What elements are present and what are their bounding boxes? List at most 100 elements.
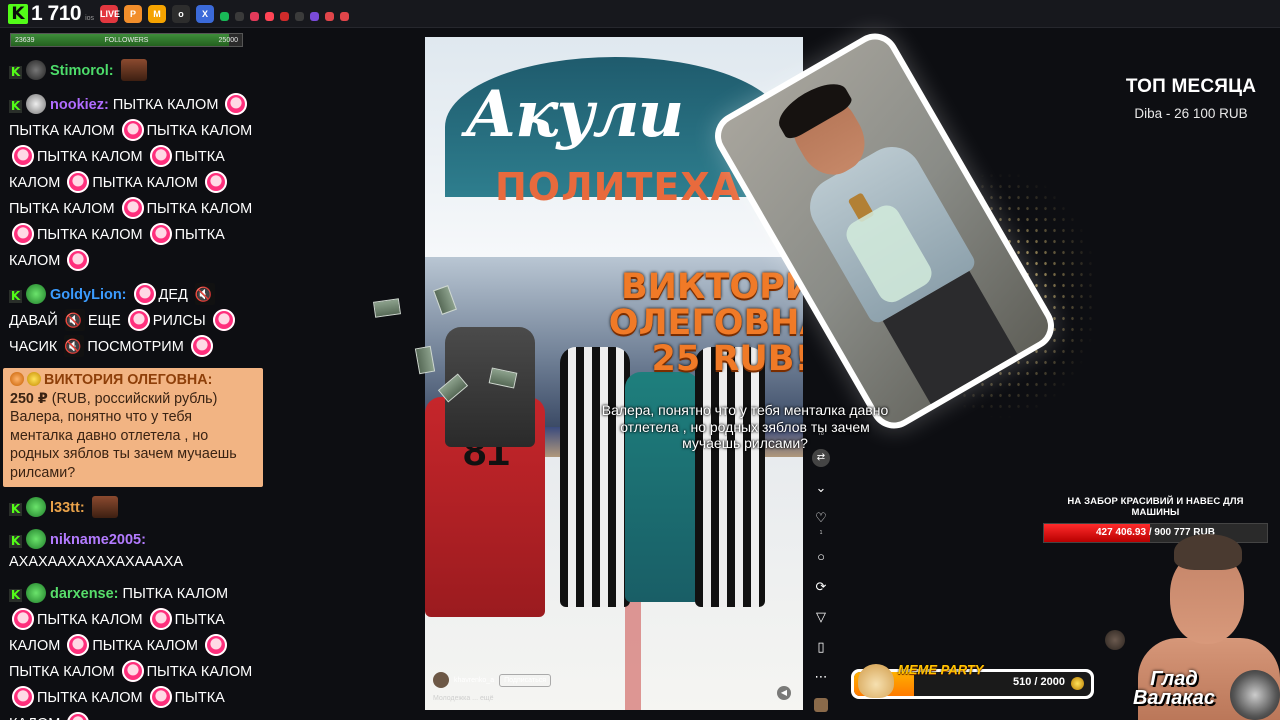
- share-circle-icon[interactable]: ⇄: [812, 449, 830, 467]
- pink-emote-icon: [149, 223, 172, 245]
- chat-text: ПЫТКА: [37, 227, 88, 243]
- bookmark-icon[interactable]: ▯: [812, 638, 830, 656]
- pink-emote-icon: [121, 119, 144, 141]
- streamer-name: Глад Валакас: [1132, 668, 1215, 709]
- pink-emote-icon: [67, 712, 90, 720]
- subscribe-button[interactable]: Подписаться: [499, 673, 552, 687]
- user-avatar: [26, 60, 46, 80]
- video-caption[interactable]: Молодежка ... ещё: [433, 695, 494, 702]
- pink-emote-icon: [12, 145, 34, 167]
- repost-icon[interactable]: ⟳: [812, 578, 830, 596]
- send-icon[interactable]: ▽: [812, 608, 830, 626]
- p-app-icon[interactable]: P: [124, 5, 142, 23]
- face-emote-icon: [91, 496, 118, 518]
- chat-text: КАЛОМ: [91, 227, 143, 243]
- small-app-icon[interactable]: [310, 11, 319, 21]
- chat-message: Kl33tt:: [0, 491, 266, 525]
- pink-emote-icon: [225, 93, 248, 115]
- chat-text: ПЫТКА КАЛОМ: [9, 123, 115, 139]
- audio-thumb-icon[interactable]: [814, 698, 828, 712]
- sound-icon[interactable]: ◀: [777, 686, 791, 700]
- chat-text: ПЫТКА: [146, 123, 197, 139]
- donation-message: ВИКТОРИЯ ОЛЕГОВНА: 250 ₽ (RUB, российски…: [3, 368, 263, 487]
- comment-icon[interactable]: ○: [812, 548, 830, 566]
- chat-text: КАЛОМ: [200, 123, 253, 139]
- chat-nick[interactable]: darxense:: [50, 586, 119, 602]
- o-app-icon[interactable]: o: [172, 5, 190, 23]
- followers-goal-bar: 23639 FOLLOWERS 25000: [10, 33, 243, 47]
- alert-title: ВИКТОРИЯ ОЛЕГОВНА - 25 RUB!: [608, 267, 803, 379]
- chat-text: ЕЩЕ: [87, 313, 121, 329]
- user-avatar: [26, 94, 46, 114]
- pink-emote-icon: [67, 249, 90, 271]
- chat-text: ПЫТКА: [174, 612, 225, 628]
- likes-count: 1: [819, 530, 823, 536]
- small-app-icon[interactable]: [280, 11, 289, 21]
- kick-badge-icon: K: [9, 588, 22, 602]
- mute-emote-icon: [194, 283, 215, 305]
- small-app-icon[interactable]: [235, 11, 244, 21]
- live-app-icon[interactable]: LIVE: [100, 5, 120, 23]
- top-donor-widget: ТОП МЕСЯЦА Diba - 26 100 RUB: [1110, 76, 1272, 121]
- author-avatar: [433, 672, 449, 688]
- chat-text: ДАВАЙ: [9, 313, 58, 329]
- small-app-icon[interactable]: [250, 11, 259, 21]
- chat-text: ПЫТКА КАЛОМ: [146, 201, 253, 217]
- chat-message: Knookiez: ПЫТКА КАЛОМ ПЫТКА КАЛОМ ПЫТКА …: [0, 88, 266, 278]
- small-app-icon[interactable]: [265, 11, 274, 21]
- small-app-icon[interactable]: [325, 11, 334, 21]
- chat-text: ПЫТКА КАЛОМ: [37, 149, 143, 165]
- kick-badge-icon: K: [9, 289, 22, 303]
- top-month-title: ТОП МЕСЯЦА: [1125, 76, 1257, 97]
- pink-emote-icon: [212, 309, 235, 331]
- viewers-sub: ios: [85, 14, 95, 22]
- donation-text: Валера, понятно что у тебя менталка давн…: [10, 409, 237, 481]
- face-emote-icon: [120, 59, 147, 81]
- pink-emote-icon: [12, 686, 34, 708]
- chat-nick[interactable]: GoldyLion:: [50, 287, 127, 303]
- chat-message: Knikname2005: АХАХААХАХАХАХАААХА: [0, 525, 266, 577]
- chat-text: КАЛОМ: [146, 175, 198, 191]
- more-icon[interactable]: ⋯: [812, 668, 830, 686]
- pink-emote-icon: [12, 608, 34, 630]
- referee: [695, 347, 765, 607]
- author-name[interactable]: khavrenko_a: [454, 677, 494, 684]
- chevron-down-icon[interactable]: ⌄: [812, 479, 830, 497]
- pink-emote-icon: [204, 171, 227, 193]
- app-icons: LIVE P Mo X: [100, 5, 349, 23]
- video-author: khavrenko_a Подписаться: [433, 672, 552, 688]
- x-app-icon[interactable]: X: [196, 5, 214, 23]
- streamer-cam: Глад Валакас: [1130, 530, 1280, 720]
- chat-text: ПЫТКА КАЛОМ: [92, 638, 198, 654]
- meme-party-count: 510 / 2000: [1013, 676, 1065, 688]
- chat-message: K GoldyLion: ДЕД ДАВАЙ ЕЩЕ РИЛСЫ ЧАСИК ПО…: [0, 278, 266, 364]
- kick-badge-icon: K: [9, 65, 22, 79]
- chat-nick[interactable]: l33tt:: [50, 500, 85, 516]
- small-app-icon[interactable]: [340, 11, 349, 21]
- chat-text: КАЛОМ: [9, 638, 61, 654]
- doge-icon: [858, 664, 894, 698]
- chat-nick[interactable]: nikname2005:: [50, 532, 146, 548]
- small-app-icon[interactable]: [295, 11, 304, 21]
- pink-emote-icon: [149, 686, 172, 708]
- banner-title: Акули: [465, 77, 684, 152]
- small-app-icon[interactable]: [220, 11, 229, 21]
- alert-message: Валера, понятно что у тебя менталка давн…: [601, 402, 889, 451]
- pink-emote-icon: [121, 197, 144, 219]
- banner-subtitle: ПОЛИТЕХА: [495, 165, 742, 209]
- chat-text: ПЫТКА КАЛОМ: [112, 97, 219, 113]
- reels-actions: 78 ⇄ ⌄ ♡ 1 ○ ⟳ ▽ ▯ ⋯: [812, 432, 830, 712]
- referee: [560, 347, 630, 607]
- chat-nick[interactable]: Stimorol:: [50, 63, 114, 79]
- pink-emote-icon: [149, 608, 172, 630]
- viewers-number: 1 710: [31, 2, 82, 25]
- pink-emote-icon: [127, 309, 150, 331]
- chat-message: Kdarxense: ПЫТКА КАЛОМ ПЫТКА КАЛОМ ПЫТКА…: [0, 577, 266, 720]
- pink-emote-icon: [204, 634, 227, 656]
- followers-goal: 25000: [218, 37, 238, 44]
- heart-icon[interactable]: ♡: [812, 509, 830, 527]
- chat-text: ПЫТКА: [146, 664, 197, 680]
- chat-nick[interactable]: nookiez:: [50, 97, 109, 113]
- m-app-icon[interactable]: M: [148, 5, 166, 23]
- kick-badge-icon: K: [9, 534, 22, 548]
